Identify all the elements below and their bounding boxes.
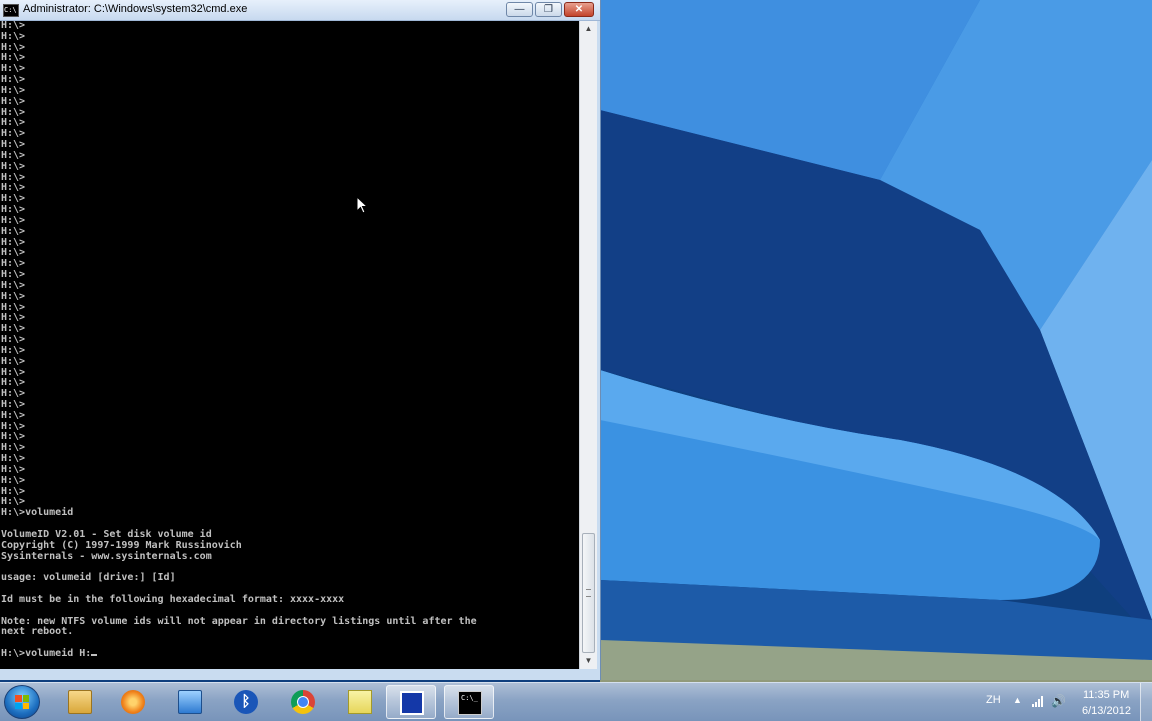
grip-icon xyxy=(586,589,591,597)
cmd-icon: C:\_ xyxy=(458,691,482,715)
clock-date[interactable]: 6/13/2012 xyxy=(1082,705,1131,717)
windows-logo-icon xyxy=(15,695,29,709)
remote-app-icon xyxy=(400,691,424,715)
text-caret xyxy=(91,654,98,657)
close-button[interactable]: ✕ xyxy=(564,2,594,17)
network-computer-icon xyxy=(178,690,202,714)
tb-explorer-button[interactable] xyxy=(55,685,105,719)
volume-icon[interactable]: 🔊 xyxy=(1051,694,1066,708)
cmd-window[interactable]: C:\ Administrator: C:\Windows\system32\c… xyxy=(0,0,601,680)
language-indicator[interactable]: ZH xyxy=(986,694,1001,706)
tb-chrome-button[interactable] xyxy=(278,685,328,719)
minimize-button[interactable]: — xyxy=(506,2,533,17)
taskbar: ᛒ C:\_ ZH ▲ 🔊 11:35 PM 6/13/2012 xyxy=(0,682,1152,721)
system-tray: ZH ▲ 🔊 11:35 PM 6/13/2012 xyxy=(975,683,1152,721)
network-signal-icon[interactable] xyxy=(1031,694,1045,708)
restore-button[interactable]: ❐ xyxy=(535,2,562,17)
tb-notes-button[interactable] xyxy=(335,685,385,719)
tb-bluetooth-button[interactable]: ᛒ xyxy=(221,685,271,719)
tb-cmd-button[interactable]: C:\_ xyxy=(444,685,494,719)
console-output[interactable]: H:\> H:\> H:\> H:\> H:\> H:\> H:\> H:\> … xyxy=(0,21,579,669)
tb-media-button[interactable] xyxy=(108,685,158,719)
sticky-notes-icon xyxy=(348,690,372,714)
scroll-thumb[interactable] xyxy=(582,533,595,653)
title-bar[interactable]: C:\ Administrator: C:\Windows\system32\c… xyxy=(0,0,600,21)
chrome-icon xyxy=(291,690,315,714)
window-title: Administrator: C:\Windows\system32\cmd.e… xyxy=(23,3,248,15)
scroll-up-icon[interactable]: ▲ xyxy=(580,21,597,37)
folder-icon xyxy=(68,690,92,714)
vertical-scrollbar[interactable]: ▲ ▼ xyxy=(579,21,597,669)
cmd-icon: C:\ xyxy=(3,4,19,17)
bluetooth-icon: ᛒ xyxy=(234,690,258,714)
show-hidden-icons-icon[interactable]: ▲ xyxy=(1013,695,1022,705)
console-text: H:\> H:\> H:\> H:\> H:\> H:\> H:\> H:\> … xyxy=(1,21,477,660)
scroll-down-icon[interactable]: ▼ xyxy=(580,653,597,669)
tb-network-button[interactable] xyxy=(165,685,215,719)
tb-remote-button[interactable] xyxy=(386,685,436,719)
start-button[interactable] xyxy=(4,685,40,719)
show-desktop-button[interactable] xyxy=(1140,683,1152,721)
media-player-icon xyxy=(121,690,145,714)
mouse-cursor-icon xyxy=(356,196,368,214)
clock-time[interactable]: 11:35 PM xyxy=(1083,689,1129,701)
